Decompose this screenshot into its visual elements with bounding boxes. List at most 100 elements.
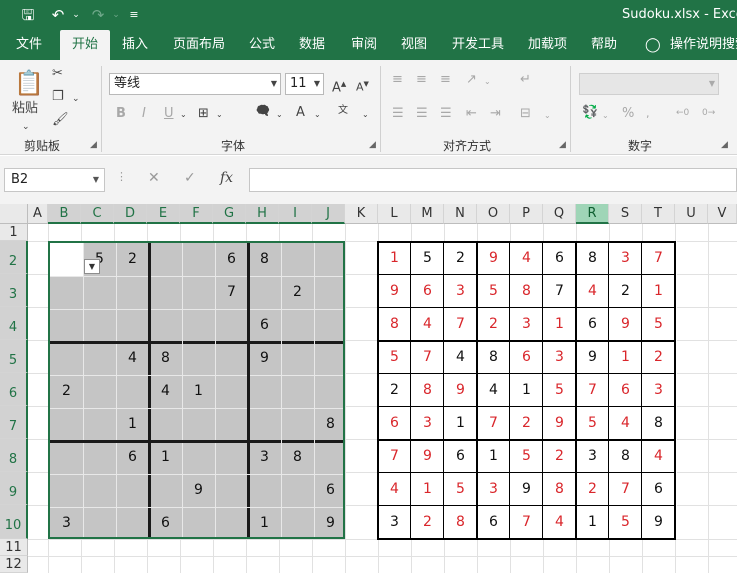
column-header-f[interactable]: F bbox=[180, 204, 213, 224]
puzzle-cell[interactable] bbox=[182, 408, 215, 441]
puzzle-cell[interactable] bbox=[116, 507, 149, 540]
solution-cell[interactable]: 9 bbox=[477, 242, 510, 275]
worksheet-grid[interactable]: ABCDEFGHIJKLMNOPQRSTUV 123456789101112 5… bbox=[0, 204, 737, 573]
cut-icon[interactable]: ✂ bbox=[52, 65, 63, 83]
fill-color-dropdown-icon[interactable]: ⌄ bbox=[276, 106, 283, 124]
puzzle-cell[interactable] bbox=[50, 408, 83, 441]
puzzle-cell[interactable] bbox=[281, 474, 314, 507]
solution-cell[interactable]: 1 bbox=[576, 506, 609, 539]
solution-cell[interactable]: 6 bbox=[477, 506, 510, 539]
puzzle-cell[interactable] bbox=[182, 342, 215, 375]
font-color-dropdown-icon[interactable]: ⌄ bbox=[314, 106, 321, 124]
puzzle-cell[interactable] bbox=[281, 375, 314, 408]
column-header-k[interactable]: K bbox=[345, 204, 378, 224]
puzzle-cell[interactable] bbox=[215, 309, 248, 342]
puzzle-cell[interactable] bbox=[314, 276, 347, 309]
solution-cell[interactable]: 2 bbox=[576, 473, 609, 506]
puzzle-cell[interactable] bbox=[281, 309, 314, 342]
accounting-dropdown-icon[interactable]: ⌄ bbox=[602, 107, 609, 125]
puzzle-cell[interactable]: 3 bbox=[248, 441, 281, 474]
solution-cell[interactable]: 3 bbox=[477, 473, 510, 506]
solution-cell[interactable]: 8 bbox=[576, 242, 609, 275]
column-header-j[interactable]: J bbox=[312, 204, 345, 224]
puzzle-cell[interactable]: 3 bbox=[50, 507, 83, 540]
puzzle-cell[interactable] bbox=[149, 243, 182, 276]
puzzle-cell[interactable]: 8 bbox=[281, 441, 314, 474]
increase-decimal-icon[interactable]: ←0 bbox=[676, 104, 689, 122]
solution-cell[interactable]: 8 bbox=[642, 407, 675, 440]
puzzle-cell[interactable]: 9 bbox=[182, 474, 215, 507]
solution-cell[interactable]: 8 bbox=[510, 275, 543, 308]
puzzle-cell[interactable] bbox=[116, 276, 149, 309]
solution-cell[interactable]: 2 bbox=[642, 341, 675, 374]
orientation-dropdown-icon[interactable]: ⌄ bbox=[484, 73, 491, 91]
solution-cell[interactable]: 7 bbox=[543, 275, 576, 308]
customize-toolbar-icon[interactable]: ≡ bbox=[124, 5, 144, 25]
solution-cell[interactable]: 8 bbox=[477, 341, 510, 374]
column-header-l[interactable]: L bbox=[378, 204, 411, 224]
row-header-1[interactable]: 1 bbox=[0, 224, 28, 241]
puzzle-cell[interactable] bbox=[314, 441, 347, 474]
puzzle-cell[interactable] bbox=[215, 507, 248, 540]
copy-dropdown-icon[interactable]: ⌄ bbox=[72, 90, 80, 108]
puzzle-cell[interactable]: 2 bbox=[116, 243, 149, 276]
solution-cell[interactable]: 7 bbox=[477, 407, 510, 440]
row-header-7[interactable]: 7 bbox=[0, 406, 28, 439]
puzzle-cell[interactable] bbox=[149, 474, 182, 507]
puzzle-cell[interactable]: 8 bbox=[314, 408, 347, 441]
puzzle-cell[interactable] bbox=[83, 342, 116, 375]
column-header-o[interactable]: O bbox=[477, 204, 510, 224]
puzzle-cell[interactable] bbox=[215, 441, 248, 474]
puzzle-cell[interactable]: 2 bbox=[281, 276, 314, 309]
puzzle-cell[interactable] bbox=[83, 408, 116, 441]
row-header-9[interactable]: 9 bbox=[0, 472, 28, 505]
borders-icon[interactable]: ⊞ bbox=[198, 105, 209, 123]
solution-cell[interactable]: 1 bbox=[609, 341, 642, 374]
solution-cell[interactable]: 3 bbox=[609, 242, 642, 275]
tab-formulas[interactable]: 公式 bbox=[249, 30, 275, 60]
puzzle-cell[interactable]: 1 bbox=[182, 375, 215, 408]
solution-cell[interactable]: 6 bbox=[510, 341, 543, 374]
solution-cell[interactable]: 1 bbox=[444, 407, 477, 440]
alignment-launcher-icon[interactable]: ◢ bbox=[559, 140, 566, 150]
puzzle-cell[interactable] bbox=[248, 276, 281, 309]
insert-function-button[interactable]: fx bbox=[220, 170, 233, 186]
puzzle-cell[interactable]: 8 bbox=[149, 342, 182, 375]
underline-dropdown-icon[interactable]: ⌄ bbox=[180, 106, 187, 124]
puzzle-cell[interactable]: 9 bbox=[248, 342, 281, 375]
number-format-select[interactable]: ▼ bbox=[579, 73, 719, 95]
solution-cell[interactable]: 7 bbox=[444, 308, 477, 341]
solution-cell[interactable]: 2 bbox=[609, 275, 642, 308]
column-header-c[interactable]: C bbox=[81, 204, 114, 224]
solution-cell[interactable]: 4 bbox=[477, 374, 510, 407]
column-header-v[interactable]: V bbox=[708, 204, 737, 224]
puzzle-cell[interactable] bbox=[83, 375, 116, 408]
solution-cell[interactable]: 1 bbox=[543, 308, 576, 341]
tab-data[interactable]: 数据 bbox=[299, 30, 325, 60]
solution-cell[interactable]: 5 bbox=[378, 341, 411, 374]
solution-cell[interactable]: 7 bbox=[510, 506, 543, 539]
merge-center-icon[interactable]: ⊟ bbox=[520, 105, 531, 123]
tab-help[interactable]: 帮助 bbox=[591, 30, 617, 60]
puzzle-cell[interactable] bbox=[116, 375, 149, 408]
solution-cell[interactable]: 5 bbox=[444, 473, 477, 506]
puzzle-cell[interactable] bbox=[314, 243, 347, 276]
puzzle-cell[interactable] bbox=[83, 276, 116, 309]
puzzle-cell[interactable] bbox=[149, 408, 182, 441]
font-launcher-icon[interactable]: ◢ bbox=[369, 140, 376, 150]
solution-cell[interactable]: 1 bbox=[378, 242, 411, 275]
solution-cell[interactable]: 6 bbox=[378, 407, 411, 440]
paste-icon[interactable]: 📋 bbox=[14, 68, 44, 98]
solution-cell[interactable]: 7 bbox=[378, 440, 411, 473]
puzzle-cell[interactable] bbox=[50, 276, 83, 309]
solution-cell[interactable]: 5 bbox=[609, 506, 642, 539]
puzzle-cell[interactable] bbox=[83, 507, 116, 540]
solution-cell[interactable]: 5 bbox=[477, 275, 510, 308]
puzzle-cell[interactable] bbox=[50, 309, 83, 342]
solution-cell[interactable]: 5 bbox=[510, 440, 543, 473]
solution-cell[interactable]: 3 bbox=[510, 308, 543, 341]
increase-indent-icon[interactable]: ⇥ bbox=[490, 105, 501, 123]
puzzle-cell[interactable] bbox=[83, 474, 116, 507]
puzzle-cell[interactable]: 6 bbox=[248, 309, 281, 342]
column-header-i[interactable]: I bbox=[279, 204, 312, 224]
